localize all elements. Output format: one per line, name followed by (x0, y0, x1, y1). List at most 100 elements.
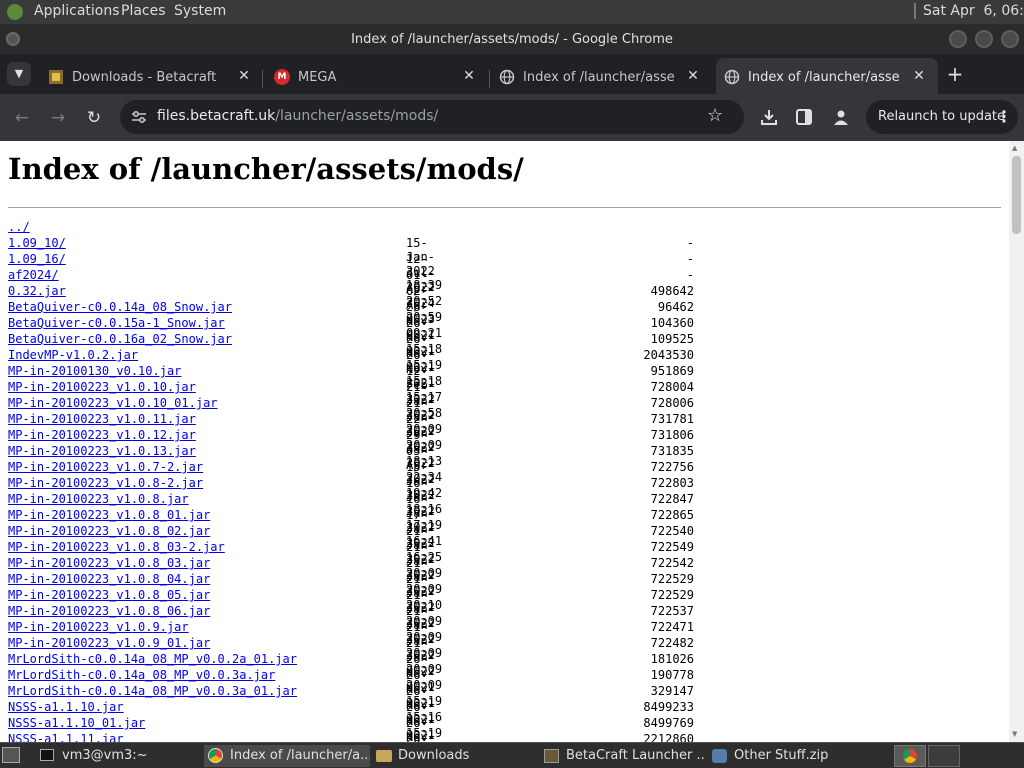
profile-avatar-icon[interactable] (832, 108, 850, 126)
close-tab-icon[interactable]: ✕ (459, 66, 479, 86)
file-entry-size: 498642 (650, 284, 694, 298)
taskbar-betacraft-launcher[interactable]: BetaCraft Launcher ... (540, 745, 704, 767)
file-entry-link[interactable]: 1.09_10/ (8, 236, 66, 250)
tab-divider (489, 70, 490, 88)
relaunch-to-update-button[interactable]: Relaunch to update ⋮ (866, 100, 1018, 134)
vertical-scrollbar[interactable]: ▲ ▼ (1009, 141, 1024, 742)
workspace-1[interactable] (894, 745, 926, 767)
file-entry-link[interactable]: MP-in-20100223_v1.0.8_05.jar (8, 588, 210, 602)
downloads-icon[interactable] (759, 107, 779, 127)
window-title-bar[interactable]: Index of /launcher/assets/mods/ - Google… (0, 24, 1024, 54)
close-tab-icon[interactable]: ✕ (683, 66, 703, 86)
taskbar-label: vm3@vm3:~ (62, 748, 148, 763)
distro-logo-icon[interactable] (7, 4, 23, 20)
globe-icon (724, 69, 740, 85)
taskbar-terminal[interactable]: vm3@vm3:~ (36, 745, 196, 767)
file-entry-link[interactable]: IndevMP-v1.0.2.jar (8, 348, 138, 362)
menu-applications[interactable]: Applications (34, 3, 120, 19)
file-entry-link[interactable]: MP-in-20100223_v1.0.8_06.jar (8, 604, 210, 618)
site-info-icon[interactable] (131, 110, 147, 124)
bookmark-star-icon[interactable]: ☆ (707, 105, 723, 126)
file-entry-link[interactable]: MP-in-20100223_v1.0.11.jar (8, 412, 196, 426)
file-entry-size: 722756 (650, 460, 694, 474)
close-tab-icon[interactable]: ✕ (909, 66, 929, 86)
file-entry-size: 731781 (650, 412, 694, 426)
file-entry-link[interactable]: 0.32.jar (8, 284, 66, 298)
file-entry-link[interactable]: MP-in-20100223_v1.0.9.jar (8, 620, 189, 634)
file-entry-link[interactable]: BetaQuiver-c0.0.15a-1_Snow.jar (8, 316, 225, 330)
tab-index-of-launcher-1[interactable]: Index of /launcher/assets/m ✕ (491, 58, 713, 94)
close-window-icon[interactable] (1001, 30, 1019, 48)
launcher-icon (544, 749, 559, 763)
tab-search-icon[interactable]: ▼ (7, 62, 31, 86)
file-entry-link[interactable]: NSSS-a1.1.10.jar (8, 700, 124, 714)
address-bar[interactable]: files.betacraft.uk/launcher/assets/mods/… (120, 100, 744, 134)
menu-system[interactable]: System (174, 3, 226, 19)
file-entry-link[interactable]: MP-in-20100223_v1.0.8-2.jar (8, 476, 203, 490)
taskbar-archive[interactable]: Other Stuff.zip (708, 745, 868, 767)
file-entry-link[interactable]: MP-in-20100223_v1.0.13.jar (8, 444, 196, 458)
side-panel-icon[interactable] (795, 108, 813, 126)
tab-strip: ▼ Downloads - Betacraft ✕ M MEGA ✕ Index… (0, 54, 1024, 94)
forward-arrow-icon[interactable]: → (44, 104, 72, 132)
tab-index-of-launcher-active[interactable]: Index of /launcher/assets/m ✕ (716, 58, 938, 94)
taskbar-chrome-window[interactable]: Index of /launcher/a... (204, 745, 370, 767)
file-entry-size: 722529 (650, 572, 694, 586)
file-entry-link[interactable]: MrLordSith-c0.0.14a_08_MP_v0.0.3a_01.jar (8, 684, 297, 698)
show-desktop-icon[interactable] (2, 747, 20, 763)
url-text[interactable]: files.betacraft.uk/launcher/assets/mods/ (157, 108, 438, 124)
file-entry-link[interactable]: MP-in-20100130_v0.10.jar (8, 364, 181, 378)
file-entry-link[interactable]: MP-in-20100223_v1.0.8.jar (8, 492, 189, 506)
scroll-down-icon[interactable]: ▼ (1012, 730, 1017, 738)
file-entry-link[interactable]: MP-in-20100223_v1.0.10.jar (8, 380, 196, 394)
file-entry-link[interactable]: MP-in-20100223_v1.0.8_02.jar (8, 524, 210, 538)
file-entry-size: 722847 (650, 492, 694, 506)
menu-places[interactable]: Places (121, 3, 166, 19)
scroll-up-icon[interactable]: ▲ (1012, 144, 1017, 152)
file-entry-size: 722537 (650, 604, 694, 618)
file-entry-link[interactable]: BetaQuiver-c0.0.14a_08_Snow.jar (8, 300, 232, 314)
clock[interactable]: Sat Apr 6, 06:23 (923, 3, 1024, 19)
parent-directory-link[interactable]: ../ (8, 220, 30, 234)
taskbar-downloads-folder[interactable]: Downloads (372, 745, 534, 767)
taskbar-label: BetaCraft Launcher ... (566, 748, 704, 763)
tab-downloads-betacraft[interactable]: Downloads - Betacraft ✕ (40, 58, 262, 94)
file-entry-link[interactable]: NSSS-a1.1.11.jar (8, 732, 124, 742)
file-entry-link[interactable]: MP-in-20100223_v1.0.10_01.jar (8, 396, 218, 410)
reload-icon[interactable]: ↻ (80, 104, 108, 132)
taskbar-label: Index of /launcher/a... (230, 748, 370, 763)
maximize-icon[interactable] (975, 30, 993, 48)
file-entry-link[interactable]: 1.09_16/ (8, 252, 66, 266)
file-entry-size: 8499769 (643, 716, 694, 730)
url-path: /launcher/assets/mods/ (275, 108, 439, 124)
workspace-2[interactable] (928, 745, 960, 767)
file-entry-size: 181026 (650, 652, 694, 666)
file-entry-link[interactable]: MP-in-20100223_v1.0.8_01.jar (8, 508, 210, 522)
file-entry-size: 722529 (650, 588, 694, 602)
file-entry-size: 722549 (650, 540, 694, 554)
file-entry-link[interactable]: MP-in-20100223_v1.0.8_03.jar (8, 556, 210, 570)
minimize-icon[interactable] (949, 30, 967, 48)
file-entry-link[interactable]: MrLordSith-c0.0.14a_08_MP_v0.0.3a.jar (8, 668, 275, 682)
file-entry-link[interactable]: MP-in-20100223_v1.0.7-2.jar (8, 460, 203, 474)
file-entry-link[interactable]: MrLordSith-c0.0.14a_08_MP_v0.0.2a_01.jar (8, 652, 297, 666)
tab-mega[interactable]: M MEGA ✕ (266, 58, 488, 94)
chrome-icon (903, 749, 917, 763)
file-entry-size: 190778 (650, 668, 694, 682)
file-entry-link[interactable]: af2024/ (8, 268, 59, 282)
file-entry-link[interactable]: BetaQuiver-c0.0.16a_02_Snow.jar (8, 332, 232, 346)
file-entry-size: 2212860 (643, 732, 694, 742)
file-entry-size: 109525 (650, 332, 694, 346)
more-menu-icon[interactable]: ⋮ (996, 107, 1012, 126)
file-entry-link[interactable]: MP-in-20100223_v1.0.8_03-2.jar (8, 540, 225, 554)
close-tab-icon[interactable]: ✕ (234, 66, 254, 86)
bottom-taskbar: vm3@vm3:~ Index of /launcher/a... Downlo… (0, 742, 1024, 768)
file-entry-link[interactable]: MP-in-20100223_v1.0.9_01.jar (8, 636, 210, 650)
back-arrow-icon[interactable]: ← (8, 104, 36, 132)
file-entry-link[interactable]: MP-in-20100223_v1.0.8_04.jar (8, 572, 210, 586)
new-tab-icon[interactable]: + (944, 63, 966, 85)
tab-label: Downloads - Betacraft (72, 70, 217, 85)
file-entry-link[interactable]: MP-in-20100223_v1.0.12.jar (8, 428, 196, 442)
file-entry-link[interactable]: NSSS-a1.1.10_01.jar (8, 716, 145, 730)
scrollbar-thumb[interactable] (1012, 156, 1021, 234)
